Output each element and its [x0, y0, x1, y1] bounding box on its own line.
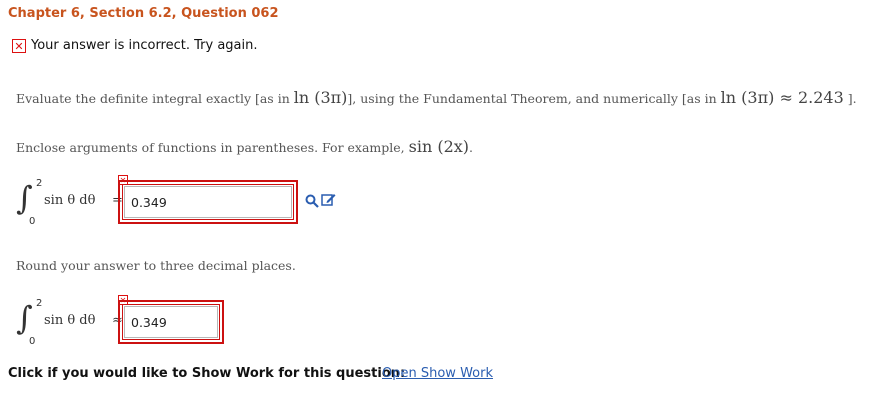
math-example-numeric: ln (3π) ≈ 2.243	[720, 88, 844, 107]
integral-upper-bound: 2	[36, 298, 43, 309]
answer-field-error-frame-2: 0.349	[118, 300, 224, 344]
math-example-sin: sin (2x)	[408, 137, 470, 156]
question-prompt-line2: Enclose arguments of functions in parent…	[16, 137, 473, 156]
prompt-text: .	[469, 140, 474, 155]
integral-upper-bound: 2	[36, 178, 43, 189]
answer-status: ✕ Your answer is incorrect. Try again.	[12, 38, 258, 53]
integral-sign: ∫	[16, 299, 33, 337]
x-mark-icon: ✕	[12, 38, 26, 53]
answer-field-error-frame-1: 0.349	[118, 180, 298, 224]
pencil-edit-icon[interactable]	[321, 192, 336, 207]
question-prompt-line1: Evaluate the definite integral exactly […	[16, 88, 857, 107]
round-instruction: Round your answer to three decimal place…	[16, 258, 296, 273]
integral-lower-bound: 0	[29, 216, 36, 227]
integral-expression-2: ∫ 2 0 sin θ dθ ≈	[14, 296, 123, 348]
integrand: sin θ dθ	[44, 193, 96, 208]
integrand: sin θ dθ	[44, 313, 96, 328]
prompt-text: Enclose arguments of functions in parent…	[16, 140, 409, 155]
answer-input-exact[interactable]: 0.349	[124, 186, 292, 218]
answer-input-numeric[interactable]: 0.349	[124, 306, 218, 338]
prompt-text: ].	[843, 91, 857, 106]
magnifier-icon[interactable]	[305, 193, 319, 208]
open-show-work-link[interactable]: Open Show Work	[382, 366, 493, 381]
integral-lower-bound: 0	[29, 336, 36, 347]
integral-expression-1: ∫ 2 0 sin θ dθ =	[14, 176, 123, 228]
question-title: Chapter 6, Section 6.2, Question 062	[8, 6, 279, 21]
status-message: Your answer is incorrect. Try again.	[31, 38, 258, 53]
prompt-text: ], using the Fundamental Theorem, and nu…	[347, 91, 721, 106]
show-work-prompt: Click if you would like to Show Work for…	[8, 366, 406, 381]
prompt-text: Evaluate the definite integral exactly […	[16, 91, 294, 106]
math-example-exact: ln (3π)	[293, 88, 348, 107]
integral-sign: ∫	[16, 179, 33, 217]
